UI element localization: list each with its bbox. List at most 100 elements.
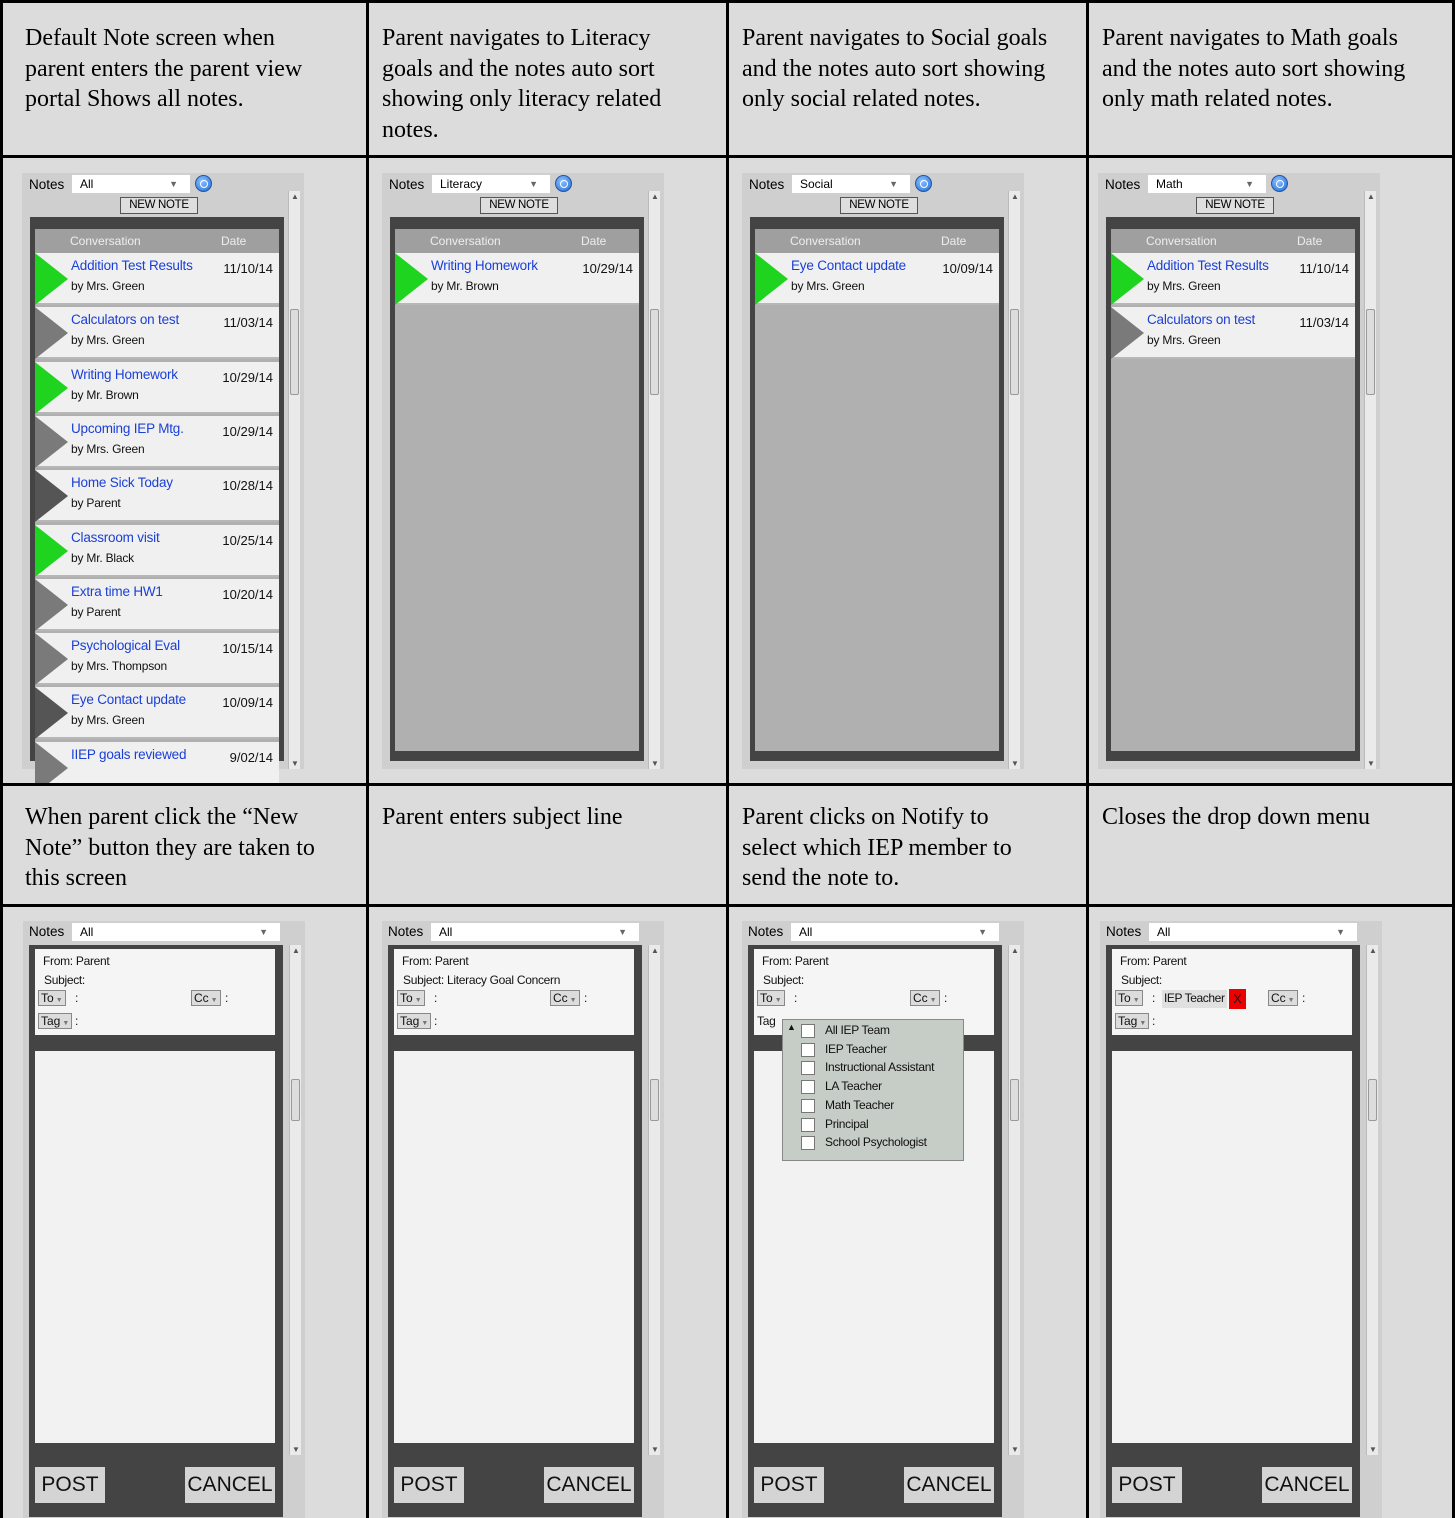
scrollbar[interactable]: ▲ ▼: [288, 191, 300, 769]
filter-select[interactable]: All ▼: [1149, 923, 1357, 941]
notify-option[interactable]: Math Teacher: [801, 1098, 894, 1113]
scroll-down-icon[interactable]: ▼: [1367, 759, 1375, 768]
scroll-up-icon[interactable]: ▲: [1369, 946, 1377, 955]
notify-dropdown-menu[interactable]: ▲ All IEP Team IEP Teacher Instructional As…: [782, 1019, 964, 1161]
checkbox[interactable]: [801, 1024, 815, 1038]
scrollbar[interactable]: ▲ ▼: [1366, 945, 1378, 1455]
notify-option[interactable]: School Psychologist: [801, 1135, 927, 1151]
list-item[interactable]: Addition Test Results by Mrs. Green 11/10/…: [35, 253, 279, 305]
scrollbar[interactable]: ▲ ▼: [1008, 191, 1020, 769]
scrollbar[interactable]: ▲ ▼: [648, 945, 660, 1455]
checkbox[interactable]: [801, 1061, 815, 1076]
to-dropdown[interactable]: To ▼: [1115, 990, 1143, 1006]
new-note-button[interactable]: NEW NOTE: [480, 197, 558, 214]
checkbox[interactable]: [801, 1136, 815, 1151]
list-item[interactable]: Home Sick Today by Parent 10/28/14: [35, 470, 279, 523]
note-title[interactable]: Addition Test Results: [71, 258, 193, 273]
filter-select[interactable]: All ▼: [431, 923, 639, 941]
checkbox[interactable]: [801, 1098, 815, 1113]
note-body-textarea[interactable]: [394, 1051, 634, 1443]
new-note-button[interactable]: NEW NOTE: [1196, 197, 1274, 214]
new-note-button[interactable]: NEW NOTE: [120, 197, 198, 214]
notify-option[interactable]: IEP Teacher: [801, 1042, 887, 1057]
filter-select[interactable]: All ▼: [72, 175, 190, 193]
scrollbar[interactable]: ▲ ▼: [648, 191, 660, 769]
scroll-down-icon[interactable]: ▼: [1011, 759, 1019, 768]
scroll-up-icon[interactable]: ▲: [1011, 192, 1019, 201]
filter-select[interactable]: All ▼: [791, 923, 999, 941]
note-title[interactable]: Upcoming IEP Mtg.: [71, 421, 184, 436]
checkbox[interactable]: [801, 1080, 815, 1095]
scroll-thumb[interactable]: [650, 1079, 659, 1121]
scrollbar[interactable]: ▲ ▼: [1008, 945, 1020, 1455]
scrollbar[interactable]: ▲ ▼: [289, 945, 301, 1455]
subject-line[interactable]: Subject: Literacy Goal Concern: [403, 973, 560, 987]
cancel-button[interactable]: CANCEL: [544, 1467, 634, 1503]
list-item[interactable]: Extra time HW1 by Parent 10/20/14: [35, 578, 279, 631]
note-body-textarea[interactable]: [35, 1051, 275, 1443]
search-icon[interactable]: [195, 175, 212, 192]
tag-dropdown[interactable]: Tag ▼: [38, 1013, 73, 1029]
list-item[interactable]: Eye Contact update by Mrs. Green 10/09/14: [35, 687, 279, 740]
scroll-down-icon[interactable]: ▼: [651, 759, 659, 768]
list-item[interactable]: Classroom visit by Mr. Black 10/25/14: [35, 524, 279, 577]
scroll-thumb[interactable]: [1366, 309, 1375, 395]
scroll-down-icon[interactable]: ▼: [291, 759, 299, 768]
post-button[interactable]: POST: [394, 1467, 464, 1503]
scroll-down-icon[interactable]: ▼: [651, 1445, 659, 1454]
scroll-up-icon[interactable]: ▲: [1011, 946, 1019, 955]
scroll-thumb[interactable]: [1010, 1079, 1019, 1121]
cc-dropdown[interactable]: Cc ▼: [550, 990, 580, 1006]
scroll-thumb[interactable]: [1368, 1079, 1377, 1121]
scroll-down-icon[interactable]: ▼: [292, 1445, 300, 1454]
list-item[interactable]: Calculators on test by Mrs. Green 11/03/14: [1111, 307, 1355, 360]
checkbox[interactable]: [801, 1117, 815, 1132]
note-title[interactable]: Eye Contact update: [791, 258, 906, 273]
cc-dropdown[interactable]: Cc ▼: [910, 990, 940, 1006]
note-title[interactable]: Addition Test Results: [1147, 258, 1269, 273]
search-icon[interactable]: [555, 175, 572, 192]
subject-line[interactable]: Subject:: [763, 973, 804, 987]
chevron-up-icon[interactable]: ▲: [787, 1022, 796, 1032]
cancel-button[interactable]: CANCEL: [1262, 1467, 1352, 1503]
note-body-textarea[interactable]: [1112, 1051, 1352, 1443]
note-title[interactable]: Eye Contact update: [71, 692, 186, 707]
to-dropdown[interactable]: To ▼: [397, 990, 425, 1006]
to-dropdown[interactable]: To ▼: [757, 990, 785, 1006]
scroll-down-icon[interactable]: ▼: [1369, 1445, 1377, 1454]
new-note-button[interactable]: NEW NOTE: [840, 197, 918, 214]
note-title[interactable]: Psychological Eval: [71, 638, 180, 653]
post-button[interactable]: POST: [1112, 1467, 1182, 1503]
list-item[interactable]: Writing Homework by Mr. Brown 10/29/14: [35, 361, 279, 414]
scroll-up-icon[interactable]: ▲: [651, 946, 659, 955]
scroll-up-icon[interactable]: ▲: [291, 192, 299, 201]
filter-select[interactable]: Literacy ▼: [432, 175, 550, 193]
scroll-up-icon[interactable]: ▲: [292, 946, 300, 955]
cancel-button[interactable]: CANCEL: [185, 1467, 275, 1503]
scroll-thumb[interactable]: [290, 309, 299, 395]
list-item[interactable]: Calculators on test by Mrs. Green 11/03/14: [35, 307, 279, 360]
list-item[interactable]: Addition Test Results by Mrs. Green 11/10/…: [1111, 253, 1355, 305]
note-title[interactable]: Calculators on test: [71, 312, 179, 327]
notify-option[interactable]: Instructional Assistant: [801, 1060, 934, 1076]
notify-option[interactable]: All IEP Team: [801, 1023, 890, 1038]
subject-line[interactable]: Subject:: [44, 973, 85, 987]
scroll-down-icon[interactable]: ▼: [1011, 1445, 1019, 1454]
checkbox[interactable]: [801, 1042, 815, 1057]
post-button[interactable]: POST: [754, 1467, 824, 1503]
scroll-thumb[interactable]: [650, 309, 659, 395]
cc-dropdown[interactable]: Cc ▼: [191, 990, 221, 1006]
to-dropdown[interactable]: To ▼: [38, 990, 66, 1006]
filter-select[interactable]: Social ▼: [792, 175, 910, 193]
search-icon[interactable]: [1271, 175, 1288, 192]
note-title[interactable]: IIEP goals reviewed: [71, 747, 186, 762]
scroll-up-icon[interactable]: ▲: [651, 192, 659, 201]
list-item[interactable]: Writing Homework by Mr. Brown 10/29/14: [395, 253, 639, 305]
tag-dropdown[interactable]: Tag ▼: [397, 1013, 432, 1029]
list-item[interactable]: IIEP goals reviewed 9/02/14: [35, 741, 279, 783]
tag-dropdown[interactable]: Tag ▼: [1115, 1013, 1150, 1029]
list-item[interactable]: Upcoming IEP Mtg. by Mrs. Green 10/29/14: [35, 415, 279, 468]
scroll-up-icon[interactable]: ▲: [1367, 192, 1375, 201]
cc-dropdown[interactable]: Cc ▼: [1268, 990, 1298, 1006]
scrollbar[interactable]: ▲ ▼: [1364, 191, 1376, 769]
